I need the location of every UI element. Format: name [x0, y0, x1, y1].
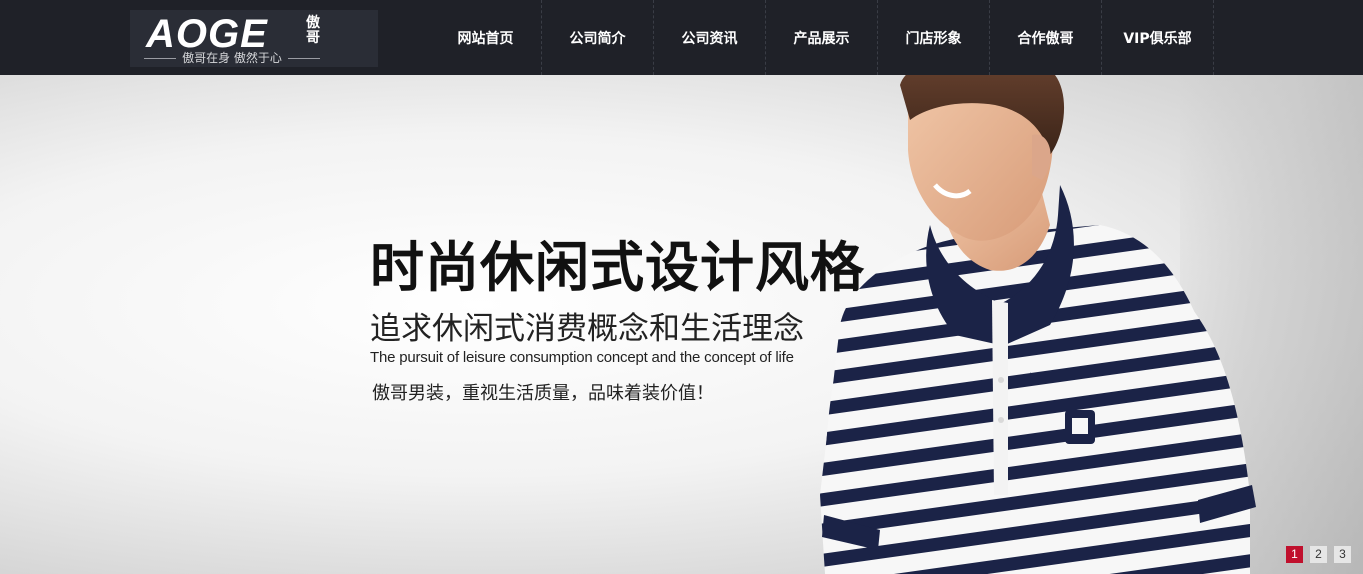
- pager-page-3[interactable]: 3: [1334, 546, 1351, 563]
- nav-item-home[interactable]: 网站首页: [430, 0, 542, 75]
- pager-page-1[interactable]: 1: [1286, 546, 1303, 563]
- nav-item-products[interactable]: 产品展示: [766, 0, 878, 75]
- site-header: AOGE 傲哥 傲哥在身 傲然于心 网站首页 公司简介 公司资讯 产品展示 门店…: [0, 0, 1363, 75]
- nav-item-news[interactable]: 公司资讯: [654, 0, 766, 75]
- nav-item-vip-club[interactable]: VIP俱乐部: [1102, 0, 1214, 75]
- nav-item-about[interactable]: 公司简介: [542, 0, 654, 75]
- pager-page-2[interactable]: 2: [1310, 546, 1327, 563]
- banner-subtitle: 追求休闲式消费概念和生活理念: [370, 311, 804, 347]
- logo-slogan: 傲哥在身 傲然于心: [182, 51, 282, 65]
- banner-pager: 1 2 3: [1286, 546, 1351, 563]
- hero-banner[interactable]: 时尚休闲式设计风格 追求休闲式消费概念和生活理念 The pursuit of …: [0, 75, 1363, 574]
- nav-item-stores[interactable]: 门店形象: [878, 0, 990, 75]
- main-nav: 网站首页 公司简介 公司资讯 产品展示 门店形象 合作傲哥 VIP俱乐部: [430, 0, 1214, 75]
- brand-logo[interactable]: AOGE 傲哥 傲哥在身 傲然于心: [130, 10, 378, 67]
- banner-tagline: 傲哥男装，重视生活质量，品味着装价值！: [372, 383, 714, 404]
- logo-slogan-row: 傲哥在身 傲然于心: [144, 50, 321, 66]
- banner-english-subtitle: The pursuit of leisure consumption conce…: [370, 349, 794, 366]
- slogan-divider-right: [287, 57, 321, 59]
- logo-chinese-mark: 傲哥: [306, 15, 320, 46]
- model-in-striped-polo-image: [820, 75, 1256, 574]
- nav-item-partnership[interactable]: 合作傲哥: [990, 0, 1102, 75]
- slogan-divider-left: [144, 57, 177, 59]
